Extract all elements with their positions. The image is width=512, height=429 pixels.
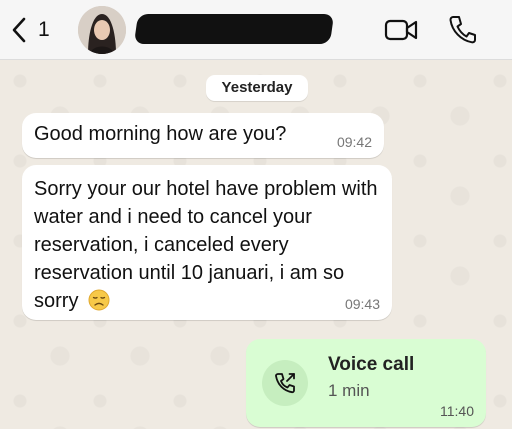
incoming-message[interactable]: Good morning how are you? 09:42 [22,113,384,158]
message-text-container: Sorry your our hotel have problem with w… [34,175,379,315]
video-call-icon[interactable] [384,18,418,42]
date-chip: Yesterday [206,75,308,101]
message-time: 09:43 [344,296,380,312]
chat-header: 1 [0,0,512,60]
chevron-left-icon[interactable] [10,17,28,43]
message-time: 09:42 [336,134,372,150]
avatar[interactable] [78,6,126,54]
message-text: Good morning how are you? [34,123,287,145]
chat-area: Yesterday Good morning how are you? 09:4… [0,61,512,429]
call-duration: 1 min [328,381,370,400]
outgoing-call-icon [275,373,295,394]
call-icon-circle [262,360,308,406]
incoming-message[interactable]: Sorry your our hotel have problem with w… [22,165,392,320]
message-time: 11:40 [440,403,474,419]
back-unread-count[interactable]: 1 [38,18,50,42]
call-title: Voice call [328,354,415,375]
phone-icon[interactable] [448,14,476,44]
outgoing-voice-call-bubble[interactable]: Voice call 1 min 11:40 [246,339,486,427]
disappointed-face-icon [88,289,110,311]
contact-name-redacted[interactable] [133,14,335,44]
message-text: Sorry your our hotel have problem with w… [34,178,378,312]
avatar-image [78,6,126,54]
